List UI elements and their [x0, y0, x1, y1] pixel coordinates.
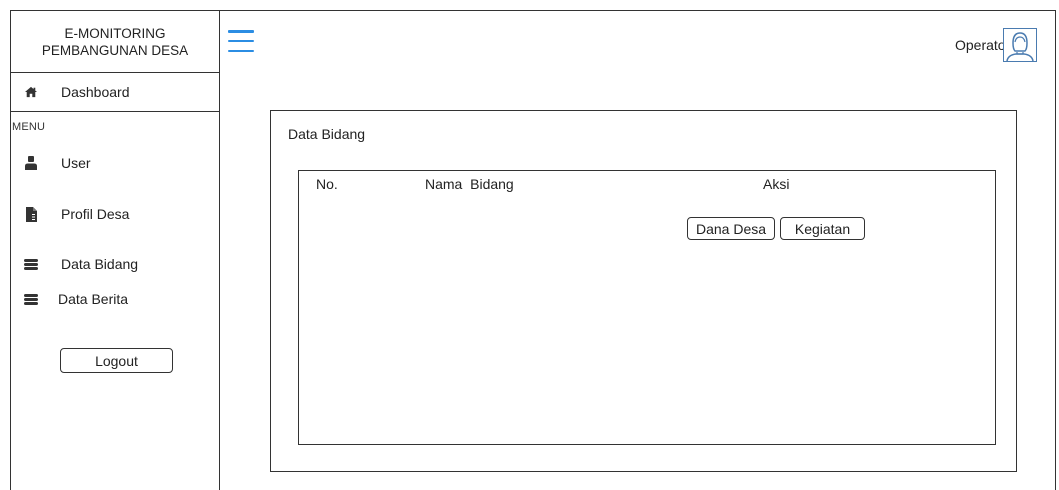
- menu-heading: MENU: [12, 121, 46, 133]
- page-title: Data Bidang: [288, 126, 366, 142]
- user-avatar-icon[interactable]: [1003, 28, 1037, 62]
- sidebar-item-user[interactable]: User: [10, 150, 220, 176]
- sidebar-item-label: User: [61, 155, 91, 171]
- kegiatan-button[interactable]: Kegiatan: [780, 217, 865, 240]
- app-brand: E-MONITORING PEMBANGUNAN DESA: [10, 10, 220, 73]
- column-header-aksi: Aksi: [763, 176, 790, 192]
- sidebar-item-label: Dashboard: [61, 83, 130, 100]
- app-title-line2: PEMBANGUNAN DESA: [41, 42, 189, 58]
- sidebar-item-profil-desa[interactable]: Profil Desa: [10, 201, 220, 227]
- sidebar-item-label: Data Bidang: [61, 256, 139, 272]
- dana-desa-button[interactable]: Dana Desa: [687, 217, 775, 240]
- sidebar-item-label: Profil Desa: [61, 206, 130, 222]
- frame-right-border: [1055, 10, 1056, 490]
- sidebar-item-data-bidang[interactable]: Data Bidang: [10, 251, 220, 277]
- sidebar-item-data-berita[interactable]: Data Berita: [10, 286, 220, 312]
- app-title-line1: E-MONITORING: [64, 25, 166, 41]
- database-icon: [21, 293, 41, 305]
- hamburger-icon[interactable]: [228, 30, 254, 52]
- column-header-nama-bidang: Nama Bidang: [425, 176, 514, 192]
- user-icon: [21, 156, 41, 170]
- document-icon: [21, 206, 41, 222]
- sidebar-item-dashboard[interactable]: Dashboard: [10, 72, 220, 112]
- sidebar-item-label: Data Berita: [58, 291, 129, 307]
- database-icon: [21, 258, 41, 270]
- logout-button[interactable]: Logout: [60, 348, 173, 373]
- data-table: [298, 170, 996, 445]
- column-header-no: No.: [316, 176, 338, 192]
- home-icon: [25, 86, 37, 98]
- user-role-label: Operator: [955, 37, 1011, 53]
